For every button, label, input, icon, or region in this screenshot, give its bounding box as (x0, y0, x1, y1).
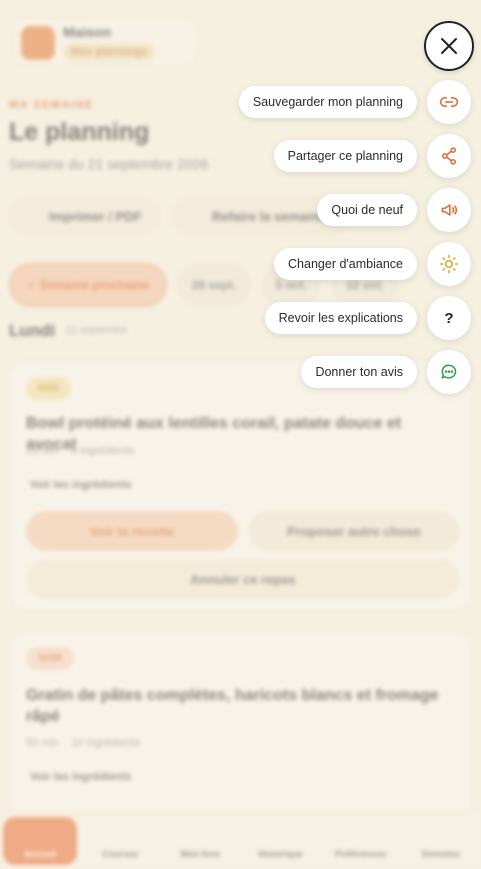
menu-item-save[interactable]: Sauvegarder mon planning (238, 80, 471, 124)
menu-item-label[interactable]: Revoir les explications (264, 302, 417, 334)
menu-item-tutorial[interactable]: Revoir les explications ? (264, 296, 471, 340)
menu-item-whats-new[interactable]: Quoi de neuf (317, 188, 471, 232)
menu-item-label[interactable]: Changer d'ambiance (274, 248, 417, 280)
megaphone-icon[interactable] (427, 188, 471, 232)
close-icon (441, 38, 457, 54)
menu-item-label[interactable]: Quoi de neuf (317, 194, 417, 226)
share-icon[interactable] (427, 134, 471, 178)
sun-icon[interactable] (427, 242, 471, 286)
menu-item-label[interactable]: Sauvegarder mon planning (238, 86, 417, 118)
link-icon[interactable] (427, 80, 471, 124)
menu-item-label[interactable]: Partager ce planning (273, 140, 417, 172)
menu-item-feedback[interactable]: Donner ton avis (301, 350, 471, 394)
menu-item-share[interactable]: Partager ce planning (273, 134, 471, 178)
question-icon[interactable]: ? (427, 296, 471, 340)
menu-item-theme[interactable]: Changer d'ambiance (274, 242, 471, 286)
close-menu-button[interactable] (424, 21, 474, 71)
action-menu-overlay: Sauvegarder mon planning Partager ce pla… (0, 0, 481, 869)
menu-item-label[interactable]: Donner ton avis (301, 356, 417, 388)
question-symbol: ? (444, 309, 454, 327)
chat-icon[interactable] (427, 350, 471, 394)
